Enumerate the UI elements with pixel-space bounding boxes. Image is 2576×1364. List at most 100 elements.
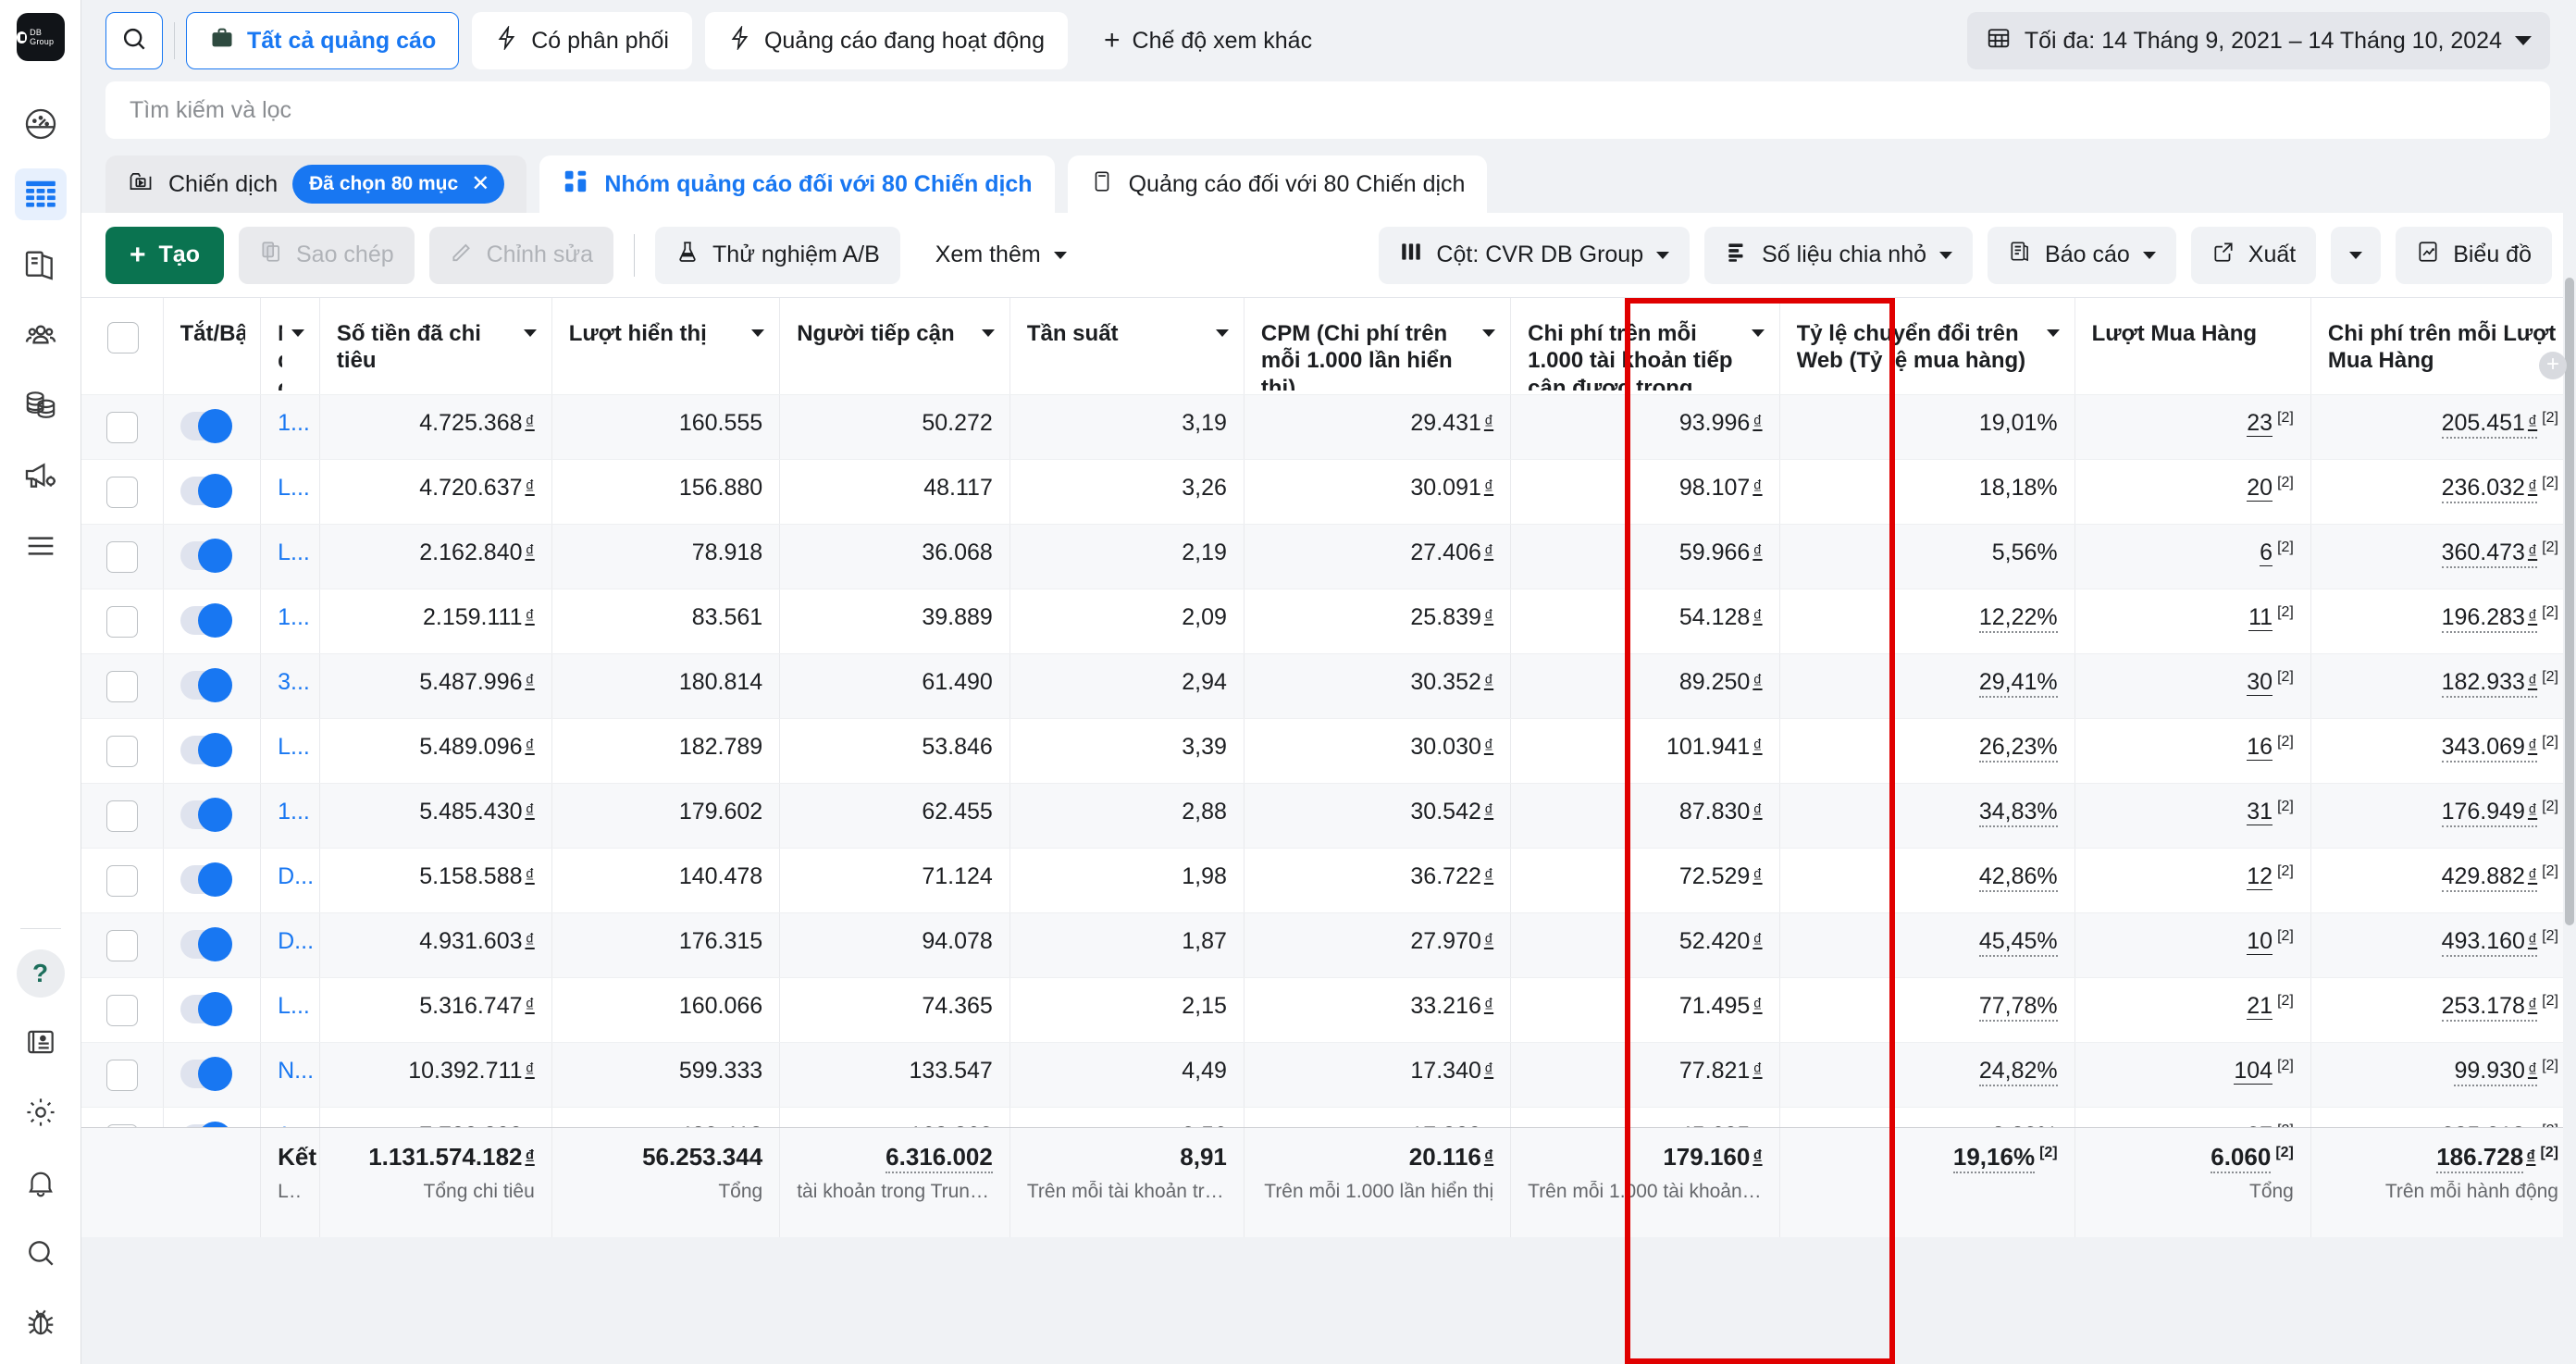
- table-row[interactable]: 1... 2.159.111 ₫ 83.561 39.889 2,09 25.839 ₫ 54.…: [81, 589, 2576, 654]
- help-icon[interactable]: ?: [16, 949, 65, 998]
- header-cost-per-1000-reach[interactable]: Chi phí trên mỗi 1.000 tài khoản tiếp cậ…: [1510, 298, 1780, 395]
- header-frequency[interactable]: Tần suất: [1009, 298, 1245, 395]
- on-off-toggle[interactable]: [180, 602, 232, 638]
- chevron-down-icon[interactable]: [291, 329, 304, 337]
- header-cost-per-purchase[interactable]: Chi phí trên mỗi Lượt Mua Hàng: [2310, 298, 2576, 395]
- row-checkbox[interactable]: [105, 540, 138, 573]
- table-row[interactable]: L... 5.489.096 ₫ 182.789 53.846 3,39 30.030 ₫ 10…: [81, 718, 2576, 784]
- row-checkbox[interactable]: [105, 735, 138, 767]
- chevron-down-icon[interactable]: [1482, 329, 1496, 337]
- tab-adsets[interactable]: Nhóm quảng cáo đối với 80 Chiến dịch: [539, 155, 1055, 213]
- row-select-cell[interactable]: [81, 1042, 164, 1108]
- filter-delivering[interactable]: Có phân phối: [472, 12, 692, 69]
- adset-name-link[interactable]: 1...: [278, 604, 310, 630]
- search-input[interactable]: Tìm kiếm và lọc: [105, 81, 2550, 139]
- row-toggle-cell[interactable]: [163, 524, 262, 589]
- search-button[interactable]: [105, 12, 163, 69]
- on-off-toggle[interactable]: [180, 991, 232, 1026]
- table-row[interactable]: L... 2.162.840 ₫ 78.918 36.068 2,19 27.406 ₫ 59.…: [81, 524, 2576, 589]
- chevron-down-icon[interactable]: [1751, 329, 1765, 337]
- header-reach[interactable]: Người tiếp cận: [779, 298, 1010, 395]
- chevron-down-icon[interactable]: [523, 329, 537, 337]
- row-toggle-cell[interactable]: [163, 653, 262, 719]
- row-name-cell[interactable]: L...: [260, 718, 320, 784]
- adset-name-link[interactable]: 3...: [278, 669, 310, 695]
- header-cpm[interactable]: CPM (Chi phí trên mỗi 1.000 lần hiển thị…: [1244, 298, 1512, 395]
- tab-ads[interactable]: Quảng cáo đối với 80 Chiến dịch: [1067, 155, 1488, 213]
- row-name-cell[interactable]: 1...: [260, 783, 320, 849]
- row-select-cell[interactable]: [81, 912, 164, 978]
- table-row[interactable]: L... 4.720.637 ₫ 156.880 48.117 3,26 30.091 ₫ 98…: [81, 459, 2576, 525]
- on-off-toggle[interactable]: [180, 473, 232, 508]
- filter-other-views[interactable]: + Chế độ xem khác: [1081, 12, 1335, 69]
- row-toggle-cell[interactable]: [163, 589, 262, 654]
- adset-name-link[interactable]: 1...: [278, 799, 310, 825]
- row-toggle-cell[interactable]: [163, 977, 262, 1043]
- header-impressions[interactable]: Lượt hiển thị: [551, 298, 781, 395]
- row-toggle-cell[interactable]: [163, 912, 262, 978]
- adset-name-link[interactable]: 1...: [278, 410, 310, 436]
- adset-name-link[interactable]: D...: [278, 863, 314, 889]
- table-row[interactable]: L... 5.316.747 ₫ 160.066 74.365 2,15 33.216 ₫ 71…: [81, 977, 2576, 1043]
- row-toggle-cell[interactable]: [163, 718, 262, 784]
- row-checkbox[interactable]: [105, 800, 138, 832]
- row-name-cell[interactable]: L...: [260, 459, 320, 525]
- sidebar-item-audience[interactable]: [15, 309, 67, 361]
- on-off-toggle[interactable]: [180, 667, 232, 702]
- row-toggle-cell[interactable]: [163, 783, 262, 849]
- scrollbar-thumb[interactable]: [2565, 278, 2574, 925]
- header-web-conversion-rate[interactable]: Tỷ lệ chuyển đổi trên Web (Tỷ lệ mua hàn…: [1779, 298, 2075, 395]
- row-name-cell[interactable]: L...: [260, 524, 320, 589]
- chevron-down-icon[interactable]: [1215, 329, 1229, 337]
- table-row[interactable]: N... 10.392.711 ₫ 599.333 133.547 4,49 17.340 ₫…: [81, 1042, 2576, 1108]
- row-select-cell[interactable]: [81, 977, 164, 1043]
- sidebar-item-settings[interactable]: [15, 1086, 67, 1138]
- row-name-cell[interactable]: D...: [260, 848, 320, 913]
- ab-test-button[interactable]: Thử nghiệm A/B: [655, 226, 900, 284]
- chevron-down-icon[interactable]: [2046, 329, 2060, 337]
- row-name-cell[interactable]: D...: [260, 912, 320, 978]
- account-logo[interactable]: DB Group: [16, 13, 65, 61]
- row-checkbox[interactable]: [105, 476, 138, 508]
- more-button[interactable]: Xem thêm: [915, 227, 1087, 284]
- row-checkbox[interactable]: [105, 1059, 138, 1091]
- edit-button[interactable]: Chỉnh sửa: [428, 226, 614, 284]
- add-column-icon[interactable]: +: [2539, 352, 2567, 379]
- charts-button[interactable]: Biểu đồ: [2396, 226, 2552, 284]
- on-off-toggle[interactable]: [180, 926, 232, 961]
- sidebar-item-ads-manager[interactable]: [14, 168, 67, 220]
- row-select-cell[interactable]: [81, 653, 164, 719]
- export-button[interactable]: Xuất: [2190, 226, 2317, 284]
- on-off-toggle[interactable]: [180, 732, 232, 767]
- sidebar-item-notifications[interactable]: [15, 1157, 67, 1209]
- vertical-scrollbar[interactable]: [2563, 0, 2576, 1364]
- table-row[interactable]: D... 4.931.603 ₫ 176.315 94.078 1,87 27.970 ₫ 52…: [81, 912, 2576, 978]
- reports-button[interactable]: Báo cáo: [1988, 226, 2176, 284]
- adset-name-link[interactable]: L...: [278, 475, 310, 501]
- row-checkbox[interactable]: [105, 670, 138, 702]
- selection-chip[interactable]: Đã chọn 80 mục ✕: [292, 165, 505, 204]
- on-off-toggle[interactable]: [180, 1056, 232, 1091]
- chevron-down-icon[interactable]: [981, 329, 995, 337]
- row-name-cell[interactable]: 3...: [260, 653, 320, 719]
- row-name-cell[interactable]: 1...: [260, 394, 320, 460]
- row-toggle-cell[interactable]: [163, 848, 262, 913]
- row-select-cell[interactable]: [81, 718, 164, 784]
- select-all-checkbox[interactable]: [106, 322, 139, 353]
- filter-all-ads[interactable]: Tất cả quảng cáo: [186, 12, 460, 69]
- breakdown-button[interactable]: Số liệu chia nhỏ: [1704, 226, 1974, 284]
- row-select-cell[interactable]: [81, 459, 164, 525]
- columns-button[interactable]: Cột: CVR DB Group: [1379, 226, 1690, 284]
- adset-name-link[interactable]: L...: [278, 993, 310, 1019]
- table-row[interactable]: 1... 5.485.430 ₫ 179.602 62.455 2,88 30.542 ₫ 87…: [81, 783, 2576, 849]
- row-checkbox[interactable]: [105, 994, 138, 1026]
- export-dropdown-button[interactable]: [2331, 226, 2382, 284]
- row-toggle-cell[interactable]: [163, 394, 262, 460]
- row-checkbox[interactable]: [105, 411, 138, 443]
- close-icon[interactable]: ✕: [471, 173, 489, 195]
- on-off-toggle[interactable]: [180, 408, 232, 443]
- row-name-cell[interactable]: 1...: [260, 589, 320, 654]
- adset-name-link[interactable]: N...: [278, 1058, 314, 1084]
- row-select-cell[interactable]: [81, 589, 164, 654]
- on-off-toggle[interactable]: [180, 862, 232, 897]
